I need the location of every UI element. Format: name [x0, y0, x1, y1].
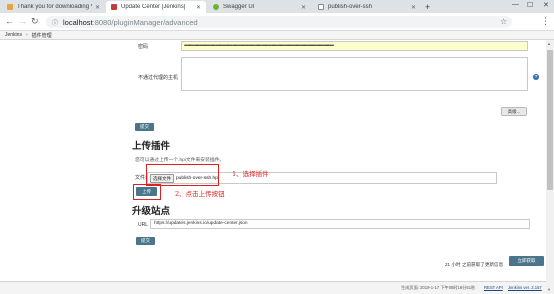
- update-site-url-input[interactable]: https://updates.jenkins.io/update-center…: [150, 219, 530, 229]
- maximize-icon[interactable]: ☐: [527, 1, 533, 9]
- tab-swagger[interactable]: Swagger UI ✕: [208, 1, 311, 13]
- close-window-icon[interactable]: ✕: [543, 1, 549, 9]
- tab-publish-over-ssh[interactable]: publish-over-ssh ✕: [313, 1, 421, 13]
- page-scrollbar[interactable]: ▲ ▼: [546, 40, 554, 294]
- page-favicon-icon: [318, 4, 324, 10]
- new-tab-button[interactable]: +: [425, 2, 430, 12]
- back-icon[interactable]: ←: [5, 16, 14, 26]
- annotation-click-upload: 2、点击上传按钮: [175, 190, 225, 198]
- breadcrumb: Jenkins › 插件管理: [0, 31, 554, 40]
- last-update-text: 21 小时 之前获取了更新信息: [445, 262, 504, 267]
- forward-icon[interactable]: →: [18, 16, 27, 26]
- scroll-down-icon[interactable]: ▼: [547, 287, 551, 292]
- tab-thank-you[interactable]: Thank you for downloading V ✕: [2, 1, 105, 13]
- page-footer: 生成页面: 2019-1-17 下午08时18分51秒 REST API Jen…: [0, 281, 546, 294]
- file-label: 文件:: [135, 175, 147, 181]
- close-tab-icon[interactable]: ✕: [95, 4, 100, 11]
- tab-favicon-icon: [7, 4, 13, 10]
- breadcrumb-separator: ›: [25, 32, 28, 38]
- tab-label: Update Center [Jenkins]: [121, 4, 186, 10]
- swagger-favicon-icon: [213, 4, 219, 10]
- scrollbar-thumb[interactable]: [547, 50, 553, 190]
- annotation-box-file: [146, 164, 219, 186]
- upload-button[interactable]: 上传: [136, 187, 157, 196]
- no-proxy-hosts-label: 不通过代理的主机: [138, 75, 179, 81]
- tab-label: Swagger UI: [223, 4, 255, 10]
- main-content: 密码 •••••••••••••••••••••••••••••••••••••…: [0, 40, 546, 284]
- address-bar[interactable]: ⓘ localhost :8080/pluginManager/advanced: [46, 16, 512, 28]
- password-label: 密码: [138, 44, 149, 50]
- close-tab-icon[interactable]: ✕: [301, 4, 306, 11]
- reload-icon[interactable]: ↻: [31, 16, 39, 27]
- tab-label: Thank you for downloading V: [17, 4, 92, 10]
- breadcrumb-jenkins[interactable]: Jenkins: [5, 32, 22, 38]
- url-host: localhost: [63, 17, 93, 27]
- site-info-icon[interactable]: ⓘ: [52, 18, 58, 27]
- update-site-submit-button[interactable]: 提交: [136, 237, 155, 245]
- rest-api-link[interactable]: REST API: [484, 285, 503, 290]
- breadcrumb-plugin-manager[interactable]: 插件管理: [32, 32, 52, 39]
- no-proxy-hosts-textarea[interactable]: [181, 57, 528, 91]
- browser-menu-icon[interactable]: ⋮: [541, 16, 550, 27]
- update-site-heading: 升级站点: [132, 206, 171, 217]
- check-now-button[interactable]: 立即获取: [509, 256, 544, 266]
- jenkins-favicon-icon: [111, 4, 117, 10]
- proxy-password-input[interactable]: ••••••••••••••••••••••••••••••••••••••••…: [181, 41, 528, 51]
- tab-label: publish-over-ssh: [328, 4, 373, 10]
- advanced-button[interactable]: 高级...: [501, 107, 527, 116]
- proxy-submit-button[interactable]: 提交: [135, 123, 154, 131]
- bookmark-star-icon[interactable]: ☆: [500, 17, 507, 26]
- close-tab-icon[interactable]: ✕: [196, 4, 201, 11]
- tab-update-center[interactable]: Update Center [Jenkins] ✕: [106, 1, 206, 13]
- minimize-icon[interactable]: —: [512, 1, 519, 8]
- browser-tab-strip: Thank you for downloading V ✕ Update Cen…: [0, 0, 554, 13]
- url-path: :8080/pluginManager/advanced: [92, 17, 198, 27]
- url-label: URL: [138, 222, 149, 228]
- annotation-select-plugin: 1、选择插件: [232, 170, 269, 178]
- upload-plugin-heading: 上传插件: [132, 141, 171, 152]
- help-icon[interactable]: ?: [533, 74, 539, 80]
- scroll-up-icon[interactable]: ▲: [547, 41, 551, 46]
- upload-description: 您可以通过上传一个.hpi文件来安装插件。: [135, 158, 225, 163]
- page-generated-text: 生成页面: 2019-1-17 下午08时18分51秒: [401, 285, 476, 290]
- close-tab-icon[interactable]: ✕: [411, 4, 416, 11]
- jenkins-version-link[interactable]: Jenkins ver. 2.157: [508, 285, 542, 290]
- browser-toolbar: ← → ↻ ⓘ localhost :8080/pluginManager/ad…: [0, 13, 554, 31]
